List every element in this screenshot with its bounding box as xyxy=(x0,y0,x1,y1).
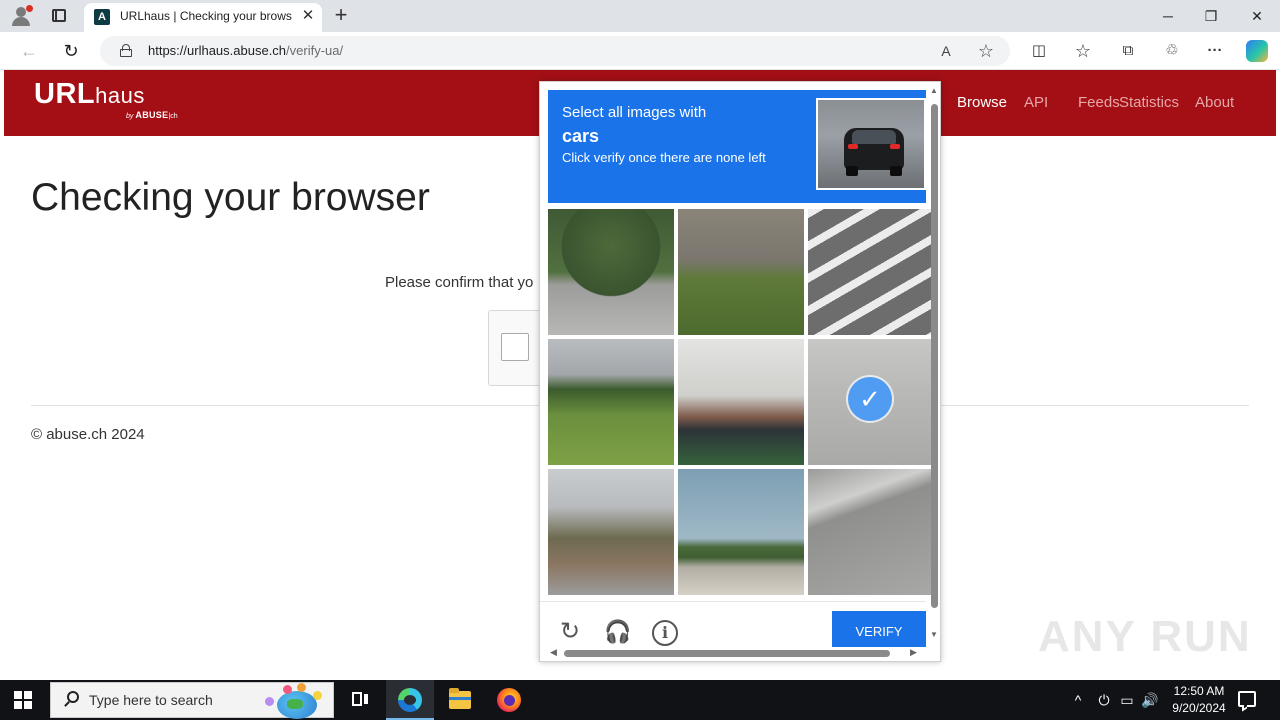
site-favicon-icon: A xyxy=(94,9,110,25)
nav-browse[interactable]: Browse xyxy=(957,94,1007,111)
edge-icon xyxy=(398,688,422,712)
split-screen-icon[interactable]: ◫ xyxy=(1028,40,1050,62)
window-minimize-button[interactable]: ─ xyxy=(1154,4,1182,28)
challenge-prompt: Select all images with cars Click verify… xyxy=(548,90,926,203)
new-tab-button[interactable]: + xyxy=(330,3,352,27)
url-text[interactable]: https://urlhaus.abuse.ch/verify-ua/ xyxy=(148,43,343,58)
tab-title: URLhaus | Checking your browser xyxy=(120,9,292,23)
copilot-icon[interactable] xyxy=(1246,40,1268,62)
captcha-checkbox[interactable] xyxy=(501,333,529,361)
collections-icon[interactable]: ⧉ xyxy=(1117,40,1139,62)
search-highlight-icon xyxy=(261,683,331,719)
taskbar-explorer-button[interactable] xyxy=(436,680,484,720)
tab-actions-icon[interactable] xyxy=(50,7,68,25)
image-tile-2[interactable] xyxy=(678,209,804,335)
tray-volume-icon[interactable]: 🔊 xyxy=(1140,690,1160,710)
image-tile-8[interactable] xyxy=(678,469,804,595)
logo-byline: by ABUSE|ch xyxy=(126,110,178,120)
window-close-button[interactable]: ✕ xyxy=(1243,4,1271,28)
info-icon[interactable]: i xyxy=(652,620,678,646)
search-icon xyxy=(63,691,81,709)
selected-check-icon: ✓ xyxy=(848,377,892,421)
image-tile-9[interactable] xyxy=(808,469,934,595)
taskbar-search-box[interactable]: Type here to search xyxy=(50,682,334,719)
page-title: Checking your browser xyxy=(31,176,430,219)
confirm-text: Please confirm that yo xyxy=(385,274,534,291)
image-tile-6[interactable]: ✓ xyxy=(808,339,934,465)
site-logo[interactable]: URLhaus xyxy=(34,78,145,111)
headphones-icon[interactable]: 🎧 xyxy=(604,618,632,646)
image-tile-1[interactable] xyxy=(548,209,674,335)
profile-icon[interactable] xyxy=(10,5,34,27)
image-tile-3[interactable] xyxy=(808,209,934,335)
prompt-instruction: Select all images with xyxy=(562,104,707,121)
task-view-button[interactable] xyxy=(336,680,384,720)
taskbar: Type here to search ^ ⏻ ▭ 🔊 12:50 AM 9/2… xyxy=(0,680,1280,720)
tray-network-icon[interactable]: ▭ xyxy=(1117,690,1137,710)
reload-icon[interactable]: ↻ xyxy=(556,618,584,646)
footer-copyright: © abuse.ch 2024 xyxy=(31,426,145,443)
search-placeholder: Type here to search xyxy=(89,692,213,708)
read-aloud-icon[interactable]: A xyxy=(936,41,956,61)
challenge-footer-divider xyxy=(540,601,926,602)
image-tile-7[interactable] xyxy=(548,469,674,595)
window-restore-button[interactable]: ❐ xyxy=(1197,4,1225,28)
task-view-icon xyxy=(352,692,368,706)
taskbar-edge-button[interactable] xyxy=(386,680,434,720)
captcha-challenge: Select all images with cars Click verify… xyxy=(539,81,941,662)
browser-tab-active[interactable]: A URLhaus | Checking your browser ✕ xyxy=(84,3,322,32)
sample-image-car xyxy=(816,98,926,190)
prompt-target: cars xyxy=(562,126,600,146)
image-tile-4[interactable] xyxy=(548,339,674,465)
extensions-icon[interactable]: ♲ xyxy=(1161,40,1183,62)
clock-date[interactable]: 9/20/2024 xyxy=(1166,701,1232,715)
browser-toolbar: ← ↻ https://urlhaus.abuse.ch/verify-ua/ … xyxy=(0,32,1280,70)
reload-button[interactable]: ↻ xyxy=(58,38,84,64)
address-bar[interactable]: https://urlhaus.abuse.ch/verify-ua/ A ☆ xyxy=(100,36,1010,66)
challenge-horizontal-scrollbar[interactable]: ◀ ▶ xyxy=(548,647,926,660)
image-tile-5[interactable] xyxy=(678,339,804,465)
nav-feeds[interactable]: Feeds xyxy=(1078,94,1120,111)
tray-chevron-icon[interactable]: ^ xyxy=(1068,690,1088,710)
tab-strip: A URLhaus | Checking your browser ✕ + ─ … xyxy=(0,0,1280,32)
settings-menu-icon[interactable]: ··· xyxy=(1204,40,1226,62)
nav-about[interactable]: About xyxy=(1195,94,1234,111)
taskbar-firefox-button[interactable] xyxy=(485,680,533,720)
anyrun-watermark: ANY RUN xyxy=(1038,612,1252,661)
firefox-icon xyxy=(497,688,521,712)
tab-close-icon[interactable]: ✕ xyxy=(298,6,318,26)
verify-button[interactable]: VERIFY xyxy=(832,611,926,647)
favorite-star-icon[interactable]: ☆ xyxy=(976,41,996,61)
prompt-hint: Click verify once there are none left xyxy=(562,150,766,165)
nav-statistics[interactable]: Statistics xyxy=(1119,94,1179,111)
back-button[interactable]: ← xyxy=(16,38,42,64)
lock-icon[interactable] xyxy=(120,44,132,57)
file-explorer-icon xyxy=(449,688,471,709)
challenge-vertical-scrollbar[interactable]: ▲ ▼ xyxy=(929,86,939,639)
notification-icon[interactable] xyxy=(1238,691,1256,712)
windows-start-icon[interactable] xyxy=(14,691,32,709)
nav-api[interactable]: API xyxy=(1024,94,1048,111)
tray-usb-icon[interactable]: ⏻ xyxy=(1094,690,1114,710)
favorites-icon[interactable]: ☆ xyxy=(1072,40,1094,62)
clock-time[interactable]: 12:50 AM xyxy=(1166,684,1232,698)
